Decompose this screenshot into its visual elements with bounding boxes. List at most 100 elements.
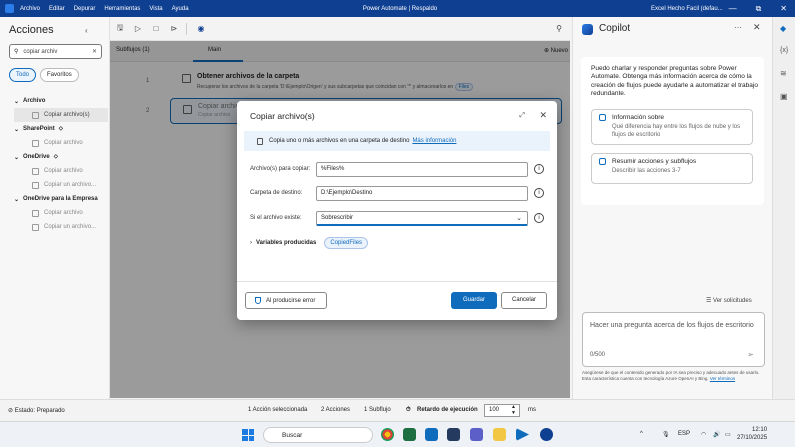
tree-item-ode-copiar[interactable]: Copiar archivo <box>14 206 108 220</box>
info-icon[interactable]: i <box>534 188 544 198</box>
file-icon <box>32 167 39 175</box>
tree-group-sharepoint[interactable]: ⌄ SharePoint ⬦ <box>14 122 108 136</box>
suggestion-card-resumir[interactable]: Resumir acciones y subflujos Describir l… <box>591 153 753 184</box>
si-existe-select[interactable]: Sobrescribir <box>316 211 528 226</box>
status-subflows: 1 Subflujo <box>364 407 391 413</box>
field-si-existe: Si el archivo existe: Sobrescribir ⌄ i <box>250 211 550 227</box>
minimize-button[interactable]: — <box>729 4 737 14</box>
variables-icon[interactable]: {x} <box>780 47 789 56</box>
toolbar-divider <box>186 22 187 35</box>
excel-icon[interactable] <box>403 428 416 441</box>
close-icon[interactable]: ✕ <box>539 110 547 121</box>
outlook-icon[interactable] <box>425 428 438 441</box>
menu-depurar[interactable]: Depurar <box>74 6 96 12</box>
shield-icon <box>255 297 261 304</box>
tree-item-ode-copiar-un[interactable]: Copiar un archivo... <box>14 220 108 234</box>
on-error-button[interactable]: Al producirse error <box>245 292 327 309</box>
field-archivos-copiar: Archivo(s) para copiar: %Files% i <box>250 162 550 178</box>
filter-favoritos[interactable]: Favoritos <box>40 68 79 82</box>
lightbulb-icon <box>599 158 606 165</box>
more-icon[interactable]: ··· <box>734 23 742 32</box>
file-explorer-icon[interactable] <box>493 428 506 441</box>
save-icon[interactable]: 🖫 <box>112 22 128 36</box>
tree-group-archivo[interactable]: ⌄ Archivo <box>14 94 108 108</box>
cancel-button[interactable]: Cancelar <box>501 292 547 309</box>
filter-todo[interactable]: Todo <box>9 68 37 82</box>
save-button[interactable]: Guardar <box>451 292 497 309</box>
tree-group-onedrive-empresa[interactable]: ⌄ OneDrive para la Empresa <box>14 192 108 206</box>
chrome-icon[interactable] <box>381 428 394 441</box>
clock[interactable]: 12:10 27/10/2025 <box>737 427 767 443</box>
chevron-right-icon[interactable]: › <box>250 240 252 246</box>
teams-icon[interactable] <box>470 428 483 441</box>
language-indicator[interactable]: ESP <box>678 431 690 437</box>
group-label: SharePoint <box>23 126 55 132</box>
account-name[interactable]: Excel Hecho Facil (defau... <box>651 6 723 12</box>
search-icon[interactable]: ⚲ <box>556 24 562 33</box>
group-label: OneDrive para la Empresa <box>23 196 98 202</box>
restore-button[interactable]: ⧉ <box>756 4 762 14</box>
send-icon[interactable]: ➢ <box>747 350 754 359</box>
info-text: Copia uno o más archivos en una carpeta … <box>269 138 410 144</box>
menu-vista[interactable]: Vista <box>149 6 162 12</box>
chevron-down-icon[interactable]: ⌄ <box>516 214 522 222</box>
copilot-icon <box>582 24 593 35</box>
menu-ayuda[interactable]: Ayuda <box>172 6 189 12</box>
battery-icon[interactable]: ▭ <box>725 431 731 438</box>
group-label: Archivo <box>23 98 46 104</box>
taskbar-search[interactable]: Buscar <box>263 427 373 443</box>
tree-item-copiar-archivos[interactable]: Copiar archivo(s) <box>14 108 108 122</box>
copilot-chat-input[interactable]: Hacer una pregunta acerca de los flujos … <box>582 312 765 367</box>
windows-start-icon[interactable] <box>242 429 254 441</box>
expand-icon[interactable]: ⤢ <box>519 112 525 120</box>
terms-link[interactable]: Ver términos <box>710 376 735 381</box>
menu-archivo[interactable]: Archivo <box>20 6 40 12</box>
menu-editar[interactable]: Editar <box>49 6 65 12</box>
delay-icon: ⏱ <box>406 407 411 413</box>
archivos-input[interactable]: %Files% <box>316 162 528 177</box>
copilot-icon[interactable]: ◆ <box>780 24 789 33</box>
actions-search-input[interactable]: ⚲ copiar archiv ✕ <box>9 44 102 59</box>
suggestion-card-informacion[interactable]: Información sobre Qué diferencia hay ent… <box>591 109 753 145</box>
item-label: Copiar archivo <box>44 140 83 146</box>
chevron-left-icon[interactable]: ‹ <box>85 26 88 35</box>
tree-item-od-copiar-un[interactable]: Copiar un archivo... <box>14 178 108 192</box>
stop-icon[interactable]: □ <box>148 24 164 33</box>
variables-label[interactable]: Variables producidas <box>256 240 316 246</box>
mic-icon[interactable]: 🎙 <box>662 431 670 438</box>
dialog-divider <box>237 281 557 282</box>
card-desc: Qué diferencia hay entre los flujos de n… <box>612 124 741 138</box>
record-icon[interactable]: ◉ <box>193 24 209 33</box>
tree-item-sp-copiar[interactable]: Copiar archivo <box>14 136 108 150</box>
app-icon[interactable] <box>447 428 460 441</box>
tree-group-onedrive[interactable]: ⌄ OneDrive ⬦ <box>14 150 108 164</box>
power-automate-icon[interactable] <box>516 428 529 441</box>
more-info-link[interactable]: Más información <box>412 138 456 144</box>
view-requests-link[interactable]: ☰ Ver solicitudes <box>706 297 752 304</box>
wifi-icon[interactable]: ◠ <box>701 431 706 438</box>
delay-unit: ms <box>528 407 536 413</box>
clear-icon[interactable]: ✕ <box>92 48 97 55</box>
close-window-button[interactable]: ✕ <box>780 4 787 14</box>
status-state-text: Estado: Preparado <box>14 408 65 414</box>
info-icon[interactable]: i <box>534 213 544 223</box>
info-icon[interactable]: i <box>534 164 544 174</box>
actions-panel: Acciones ‹ ⚲ copiar archiv ✕ Todo Favori… <box>0 17 110 399</box>
on-error-label: Al producirse error <box>266 297 316 304</box>
variable-chip[interactable]: CopiedFiles <box>324 237 369 249</box>
delay-stepper[interactable]: ▲ ▼ <box>511 404 516 416</box>
run-icon[interactable]: ▷ <box>130 24 146 33</box>
close-icon[interactable]: ✕ <box>753 22 761 33</box>
images-icon[interactable]: ▣ <box>780 92 789 101</box>
taskbar: Buscar ^ 🎙 ESP ◠ 🔊 ▭ 12:10 27/10/2025 <box>0 421 795 447</box>
tree-item-od-copiar[interactable]: Copiar archivo <box>14 164 108 178</box>
menu-herramientas[interactable]: Herramientas <box>104 6 140 12</box>
file-icon <box>32 139 39 147</box>
chevron-up-icon[interactable]: ^ <box>640 431 643 437</box>
status-actions: 2 Acciones <box>321 407 351 413</box>
app-icon[interactable] <box>540 428 553 441</box>
step-icon[interactable]: ⊳ <box>166 24 182 33</box>
carpeta-destino-input[interactable]: D:\Ejemplo\Destino <box>316 186 528 201</box>
layers-icon[interactable]: ≋ <box>780 69 789 78</box>
volume-icon[interactable]: 🔊 <box>713 431 720 438</box>
